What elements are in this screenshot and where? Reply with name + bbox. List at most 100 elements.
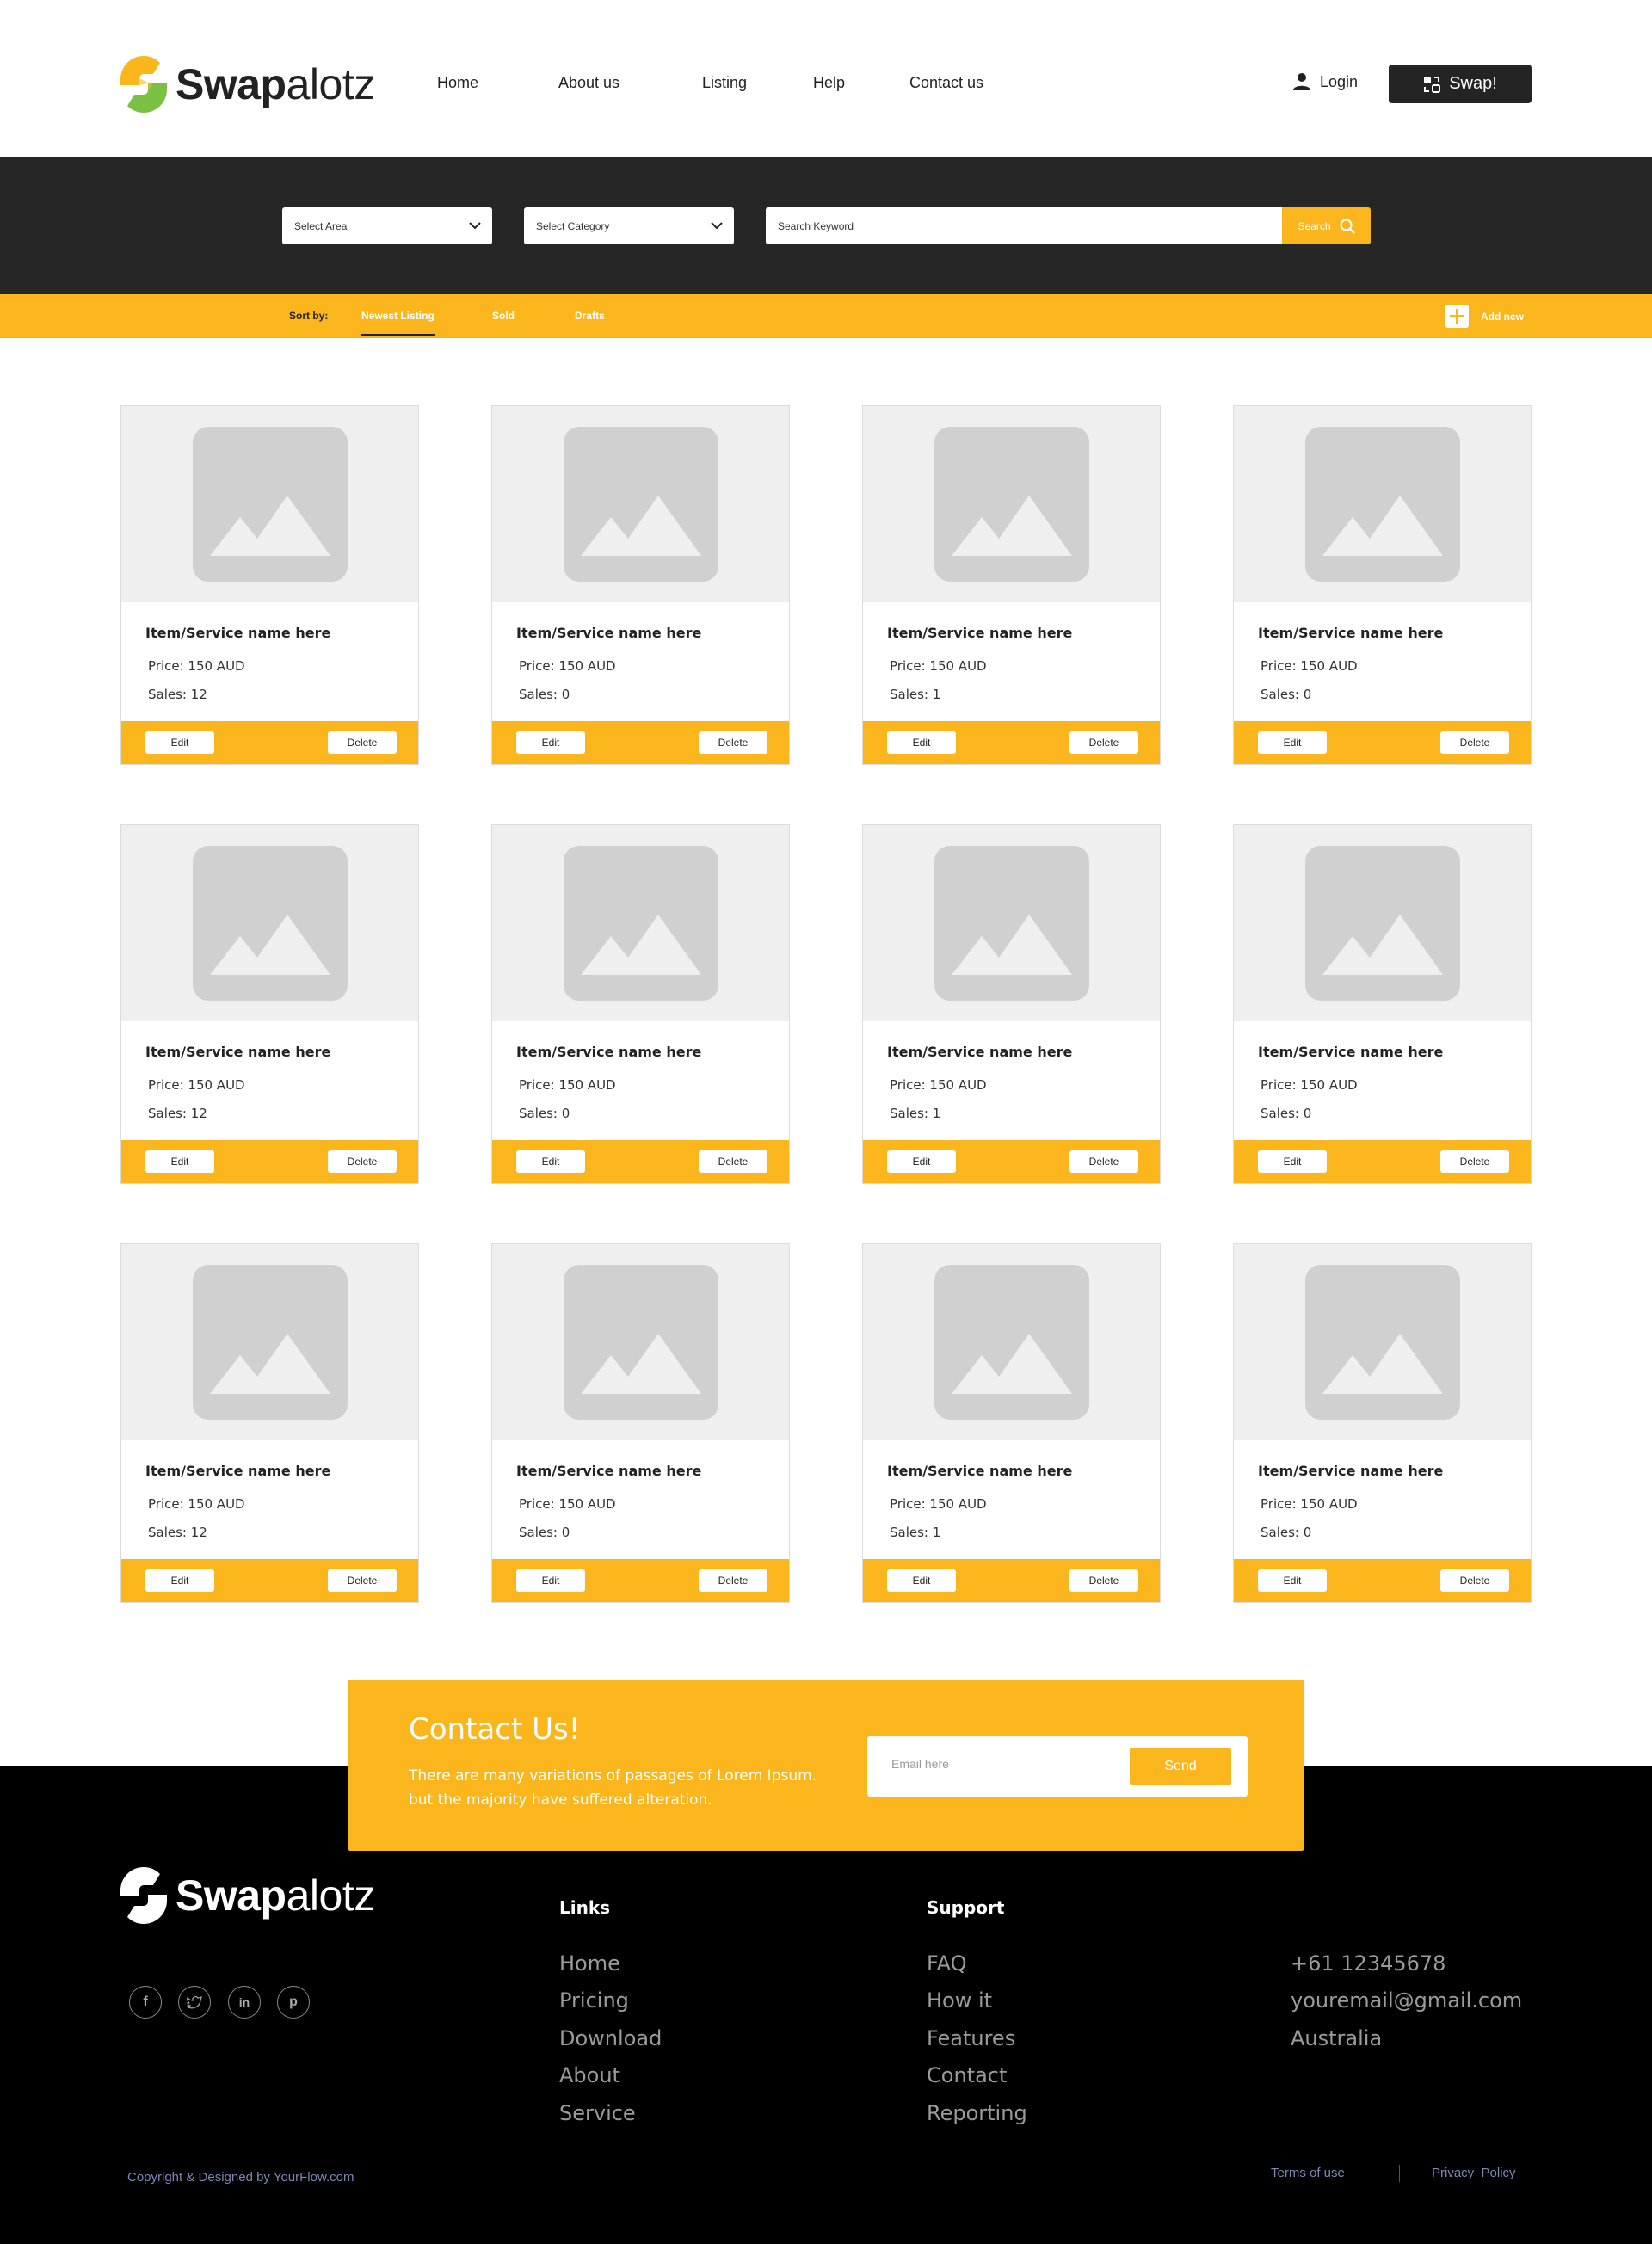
- listing-card[interactable]: Item/Service name here Price: 150 AUD Sale…: [120, 824, 419, 1184]
- delete-button[interactable]: Delete: [1069, 731, 1138, 754]
- tab-drafts[interactable]: Drafts: [575, 310, 605, 322]
- footer-support-contact[interactable]: Contact: [927, 2063, 1007, 2087]
- footer-link-about[interactable]: About: [559, 2063, 620, 2087]
- listing-actions: Edit Delete: [121, 1140, 418, 1183]
- listing-card[interactable]: Item/Service name here Price: 150 AUD Sale…: [1233, 405, 1532, 765]
- nav-listing[interactable]: Listing: [702, 74, 747, 92]
- edit-button[interactable]: Edit: [1258, 731, 1327, 754]
- newsletter-form: Email here Send: [867, 1736, 1248, 1797]
- listing-name: Item/Service name here: [1258, 1463, 1444, 1479]
- listing-actions: Edit Delete: [1234, 1559, 1531, 1602]
- footer-location: Australia: [1291, 2026, 1383, 2050]
- listing-card[interactable]: Item/Service name here Price: 150 AUD Sale…: [491, 824, 790, 1184]
- listing-card[interactable]: Item/Service name here Price: 150 AUD Sale…: [120, 405, 419, 765]
- delete-button[interactable]: Delete: [1440, 1150, 1509, 1173]
- sort-band: Sort by: Newest Listing Sold Drafts Add …: [0, 294, 1652, 338]
- listing-image: [121, 1244, 418, 1440]
- image-placeholder-icon: [934, 427, 1089, 582]
- pinterest-icon[interactable]: p: [277, 1986, 310, 2019]
- listing-actions: Edit Delete: [1234, 1140, 1531, 1183]
- delete-button[interactable]: Delete: [1069, 1569, 1138, 1592]
- delete-button[interactable]: Delete: [699, 1150, 767, 1173]
- edit-button[interactable]: Edit: [145, 731, 214, 754]
- edit-button[interactable]: Edit: [516, 1569, 585, 1592]
- edit-button[interactable]: Edit: [887, 731, 956, 754]
- footer-link-pricing[interactable]: Pricing: [559, 1988, 629, 2013]
- delete-button[interactable]: Delete: [1440, 731, 1509, 754]
- terms-link[interactable]: Terms of use: [1271, 2166, 1345, 2180]
- nav-help[interactable]: Help: [813, 74, 845, 92]
- send-button[interactable]: Send: [1130, 1748, 1231, 1785]
- listing-image: [492, 406, 789, 602]
- search-button[interactable]: Search: [1282, 207, 1371, 244]
- tab-newest-listing[interactable]: Newest Listing: [361, 310, 435, 336]
- listing-actions: Edit Delete: [863, 1559, 1160, 1602]
- login-link[interactable]: Login: [1292, 72, 1358, 91]
- footer-logo-text-light: alotz: [286, 1871, 376, 1920]
- footer-link-service[interactable]: Service: [559, 2101, 636, 2125]
- edit-button[interactable]: Edit: [887, 1150, 956, 1173]
- listing-card[interactable]: Item/Service name here Price: 150 AUD Sale…: [862, 824, 1161, 1184]
- listing-card[interactable]: Item/Service name here Price: 150 AUD Sale…: [1233, 1243, 1532, 1603]
- swap-button[interactable]: Swap!: [1389, 65, 1532, 103]
- listing-actions: Edit Delete: [863, 1140, 1160, 1183]
- site-logo[interactable]: Swapalotz: [119, 53, 375, 115]
- contact-box: Contact Us! There are many variations of…: [348, 1680, 1304, 1851]
- email-input[interactable]: Email here: [891, 1757, 949, 1771]
- listing-card[interactable]: Item/Service name here Price: 150 AUD Sale…: [862, 1243, 1161, 1603]
- listing-price: Price: 150 AUD: [890, 658, 987, 674]
- footer-link-home[interactable]: Home: [559, 1951, 620, 1976]
- nav-contact-us[interactable]: Contact us: [909, 74, 983, 92]
- select-category-dropdown[interactable]: Select Category: [524, 207, 734, 244]
- privacy-link[interactable]: Privacy Policy: [1432, 2166, 1516, 2180]
- listing-actions: Edit Delete: [492, 721, 789, 764]
- footer-link-download[interactable]: Download: [559, 2026, 662, 2050]
- delete-button[interactable]: Delete: [699, 1569, 767, 1592]
- delete-button[interactable]: Delete: [328, 1150, 397, 1173]
- listing-card[interactable]: Item/Service name here Price: 150 AUD Sale…: [120, 1243, 419, 1603]
- listing-actions: Edit Delete: [1234, 721, 1531, 764]
- footer-support-how-it[interactable]: How it: [927, 1988, 992, 2013]
- listing-sales: Sales: 0: [519, 1525, 570, 1540]
- listing-card[interactable]: Item/Service name here Price: 150 AUD Sale…: [1233, 824, 1532, 1184]
- footer-support-reporting[interactable]: Reporting: [927, 2101, 1027, 2125]
- edit-button[interactable]: Edit: [1258, 1150, 1327, 1173]
- search-placeholder: Search Keyword: [778, 219, 854, 232]
- edit-button[interactable]: Edit: [516, 731, 585, 754]
- facebook-icon[interactable]: f: [129, 1986, 162, 2019]
- delete-button[interactable]: Delete: [328, 1569, 397, 1592]
- delete-button[interactable]: Delete: [699, 731, 767, 754]
- listing-name: Item/Service name here: [145, 1463, 331, 1479]
- footer-email[interactable]: youremail@gmail.com: [1291, 1988, 1522, 2013]
- listing-card[interactable]: Item/Service name here Price: 150 AUD Sale…: [491, 1243, 790, 1603]
- listing-card[interactable]: Item/Service name here Price: 150 AUD Sale…: [862, 405, 1161, 765]
- footer-support-faq[interactable]: FAQ: [927, 1951, 967, 1976]
- twitter-icon[interactable]: [178, 1986, 211, 2019]
- edit-button[interactable]: Edit: [145, 1569, 214, 1592]
- listing-price: Price: 150 AUD: [519, 658, 616, 674]
- search-keyword-input[interactable]: Search Keyword: [766, 207, 1282, 244]
- listing-image: [121, 825, 418, 1021]
- delete-button[interactable]: Delete: [1440, 1569, 1509, 1592]
- listing-image: [1234, 1244, 1531, 1440]
- edit-button[interactable]: Edit: [145, 1150, 214, 1173]
- delete-button[interactable]: Delete: [328, 731, 397, 754]
- listing-card[interactable]: Item/Service name here Price: 150 AUD Sale…: [491, 405, 790, 765]
- image-placeholder-icon: [934, 1265, 1089, 1420]
- listing-name: Item/Service name here: [1258, 1044, 1444, 1060]
- swapalotz-logo-icon: [120, 56, 167, 113]
- tab-sold[interactable]: Sold: [492, 310, 515, 322]
- linkedin-icon[interactable]: in: [228, 1986, 261, 2019]
- edit-button[interactable]: Edit: [1258, 1569, 1327, 1592]
- nav-home[interactable]: Home: [437, 74, 478, 92]
- footer-support-features[interactable]: Features: [927, 2026, 1015, 2050]
- add-new-button[interactable]: Add new: [1446, 305, 1524, 328]
- delete-button[interactable]: Delete: [1069, 1150, 1138, 1173]
- listing-price: Price: 150 AUD: [148, 658, 245, 674]
- listing-actions: Edit Delete: [121, 721, 418, 764]
- edit-button[interactable]: Edit: [887, 1569, 956, 1592]
- footer-logo[interactable]: Swapalotz: [119, 1865, 375, 1926]
- nav-about-us[interactable]: About us: [558, 74, 620, 92]
- select-area-dropdown[interactable]: Select Area: [282, 207, 492, 244]
- edit-button[interactable]: Edit: [516, 1150, 585, 1173]
